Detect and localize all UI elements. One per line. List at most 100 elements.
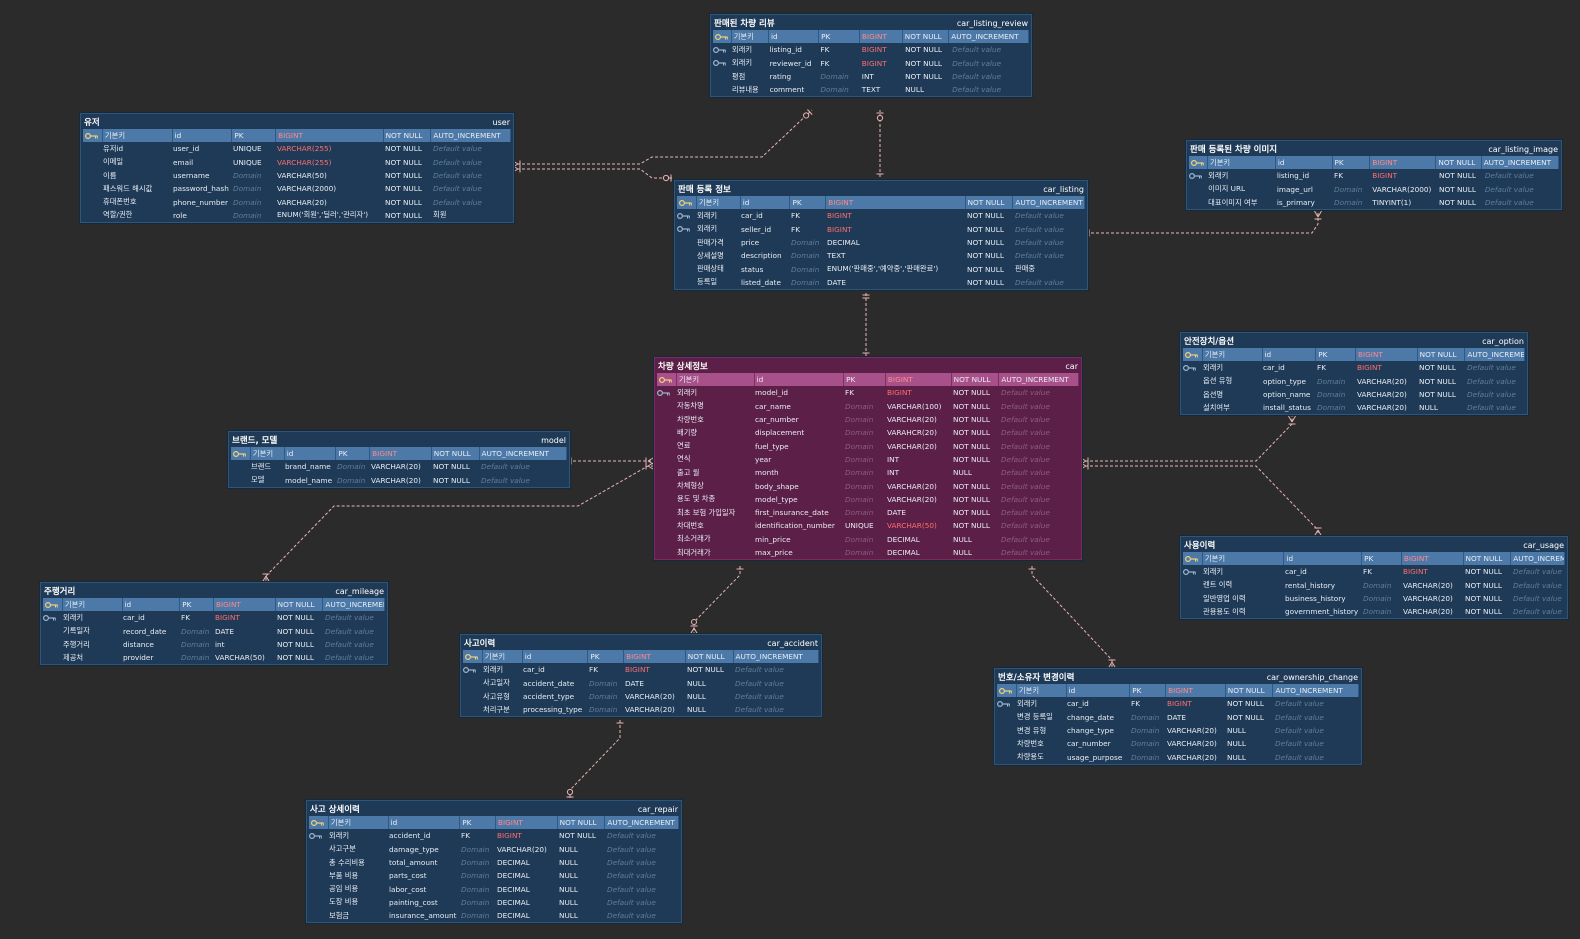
column-row[interactable]: 외래키 accident_id FK BIGINT NOT NULL Default va… <box>307 829 681 842</box>
column-row[interactable]: 렌트 이력 rental_history Domain VARCHAR(20) NOT … <box>1181 579 1567 592</box>
entity-header[interactable]: 판매 등록 정보 car_listing <box>675 181 1087 196</box>
relationship-car-to-car-listing[interactable] <box>862 292 870 356</box>
relationship-user-to-car-listing[interactable] <box>511 165 674 182</box>
column-row[interactable]: 제공처 provider Domain VARCHAR(50) NOT NULL Defa… <box>41 651 387 664</box>
entity-car-ownership-change[interactable]: 번호/소유자 변경이력 car_ownership_change 기본키 id PK… <box>994 668 1362 765</box>
column-row[interactable]: 외래키 car_id FK BIGINT NOT NULL Default value <box>675 209 1087 222</box>
relationship-car-to-car-option[interactable] <box>1079 415 1296 465</box>
column-row[interactable]: 배기량 displacement Domain VARAHCR(20) NOT NULL… <box>655 426 1081 439</box>
column-row[interactable]: 부품 비용 parts_cost Domain DECIMAL NULL Default … <box>307 869 681 882</box>
column-row[interactable]: 최초 보험 가입일자 first_insurance_date Domain DATE… <box>655 506 1081 519</box>
column-row[interactable]: 변경 등록일 change_date Domain DATE NOT NULL Defau… <box>995 711 1361 724</box>
column-row[interactable]: 외래키 listing_id FK BIGINT NOT NULL Default val… <box>1187 169 1561 182</box>
column-row[interactable]: 일반영업 이력 business_history Domain VARCHAR(20)… <box>1181 592 1567 605</box>
column-row[interactable]: 등록일 listed_date Domain DATE NOT NULL Default … <box>675 276 1087 289</box>
entity-header[interactable]: 사고이력 car_accident <box>461 635 821 650</box>
entity-header[interactable]: 주행거리 car_mileage <box>41 583 387 598</box>
column-row[interactable]: 차량번호 car_number Domain VARCHAR(20) NULL Defau… <box>995 737 1361 750</box>
column-row[interactable]: 모델 model_name Domain VARCHAR(20) NOT NULL Def… <box>229 474 569 487</box>
column-row[interactable]: 외래키 seller_id FK BIGINT NOT NULL Default valu… <box>675 223 1087 236</box>
column-row[interactable]: 주행거리 distance Domain int NOT NULL Default val… <box>41 638 387 651</box>
entity-header[interactable]: 번호/소유자 변경이력 car_ownership_change <box>995 669 1361 684</box>
column-row[interactable]: 최대거래가 max_price Domain DECIMAL NULL Default v… <box>655 546 1081 559</box>
column-row[interactable]: 판매가격 price Domain DECIMAL NOT NULL Default va… <box>675 236 1087 249</box>
column-row[interactable]: 용도 및 차종 model_type Domain VARCHAR(20) NOT NU… <box>655 493 1081 506</box>
column-row[interactable]: 관용용도 이력 government_history Domain VARCHAR(2… <box>1181 605 1567 618</box>
column-row[interactable]: 외래키 car_id FK BIGINT NOT NULL Default value <box>995 697 1361 710</box>
column-row[interactable]: 휴대폰번호 phone_number Domain VARCHAR(20) NOT NU… <box>81 195 513 208</box>
column-row[interactable]: 변경 유형 change_type Domain VARCHAR(20) NULL Def… <box>995 724 1361 737</box>
column-row[interactable]: 기록일자 record_date Domain DATE NOT NULL Default… <box>41 625 387 638</box>
column-row[interactable]: 설치여부 install_status Domain VARCHAR(20) NULL D… <box>1181 401 1527 414</box>
entity-header[interactable]: 브랜드, 모델 model <box>229 432 569 447</box>
primary-key-row[interactable]: 기본키idPKBIGINTNOT NULLAUTO_INCREMENT <box>231 447 567 461</box>
column-row[interactable]: 차량용도 usage_purpose Domain VARCHAR(20) NULL De… <box>995 750 1361 763</box>
relationship-car-to-car-accident[interactable] <box>690 566 744 635</box>
column-row[interactable]: 외래키 car_id FK BIGINT NOT NULL Default value <box>461 663 821 676</box>
primary-key-row[interactable]: 기본키idPKBIGINTNOT NULLAUTO_INCREMENT <box>1183 552 1565 566</box>
column-row[interactable]: 공임 비용 labor_cost Domain DECIMAL NULL Default … <box>307 882 681 895</box>
column-row[interactable]: 출고 월 month Domain INT NULL Default value <box>655 466 1081 479</box>
column-row[interactable]: 최소거래가 min_price Domain DECIMAL NULL Default v… <box>655 533 1081 546</box>
primary-key-row[interactable]: 기본키idPKBIGINTNOT NULLAUTO_INCREMENT <box>463 650 819 664</box>
relationship-car-to-car-usage[interactable] <box>1079 462 1322 537</box>
relationship-car-accident-to-car-repair[interactable] <box>566 720 624 800</box>
column-row[interactable]: 도장 비용 painting_cost Domain DECIMAL NULL Defau… <box>307 896 681 909</box>
entity-header[interactable]: 판매 등록된 차량 이미지 car_listing_image <box>1187 141 1561 156</box>
primary-key-row[interactable]: 기본키idPKBIGINTNOT NULLAUTO_INCREMENT <box>657 373 1079 387</box>
column-row[interactable]: 이름 username Domain VARCHAR(50) NOT NULL Defau… <box>81 169 513 182</box>
column-row[interactable]: 외래키 listing_id FK BIGINT NOT NULL Default val… <box>711 43 1031 56</box>
column-row[interactable]: 평점 rating Domain INT NOT NULL Default value <box>711 70 1031 83</box>
column-row[interactable]: 이메일 email UNIQUE VARCHAR(255) NOT NULL Defaul… <box>81 156 513 169</box>
entity-car-mileage[interactable]: 주행거리 car_mileage 기본키 id PK BIGINT NOT NULL AU… <box>40 582 388 666</box>
column-row[interactable]: 사고구분 damage_type Domain VARCHAR(20) NULL Defa… <box>307 843 681 856</box>
column-row[interactable]: 외래키 car_id FK BIGINT NOT NULL Default value <box>1181 565 1567 578</box>
relationship-model-to-car[interactable] <box>568 457 655 465</box>
column-row[interactable]: 외래키 car_id FK BIGINT NOT NULL Default value <box>41 611 387 624</box>
entity-car-option[interactable]: 안전장치/옵션 car_option 기본키 id PK BIGINT NOT NULL… <box>1180 332 1528 416</box>
column-row[interactable]: 패스워드 해시값 password_hash Domain VARCHAR(2000)… <box>81 182 513 195</box>
column-row[interactable]: 이미지 URL image_url Domain VARCHAR(2000) NOT N… <box>1187 183 1561 196</box>
primary-key-row[interactable]: 기본키idPKBIGINTNOT NULLAUTO_INCREMENT <box>43 598 385 612</box>
entity-header[interactable]: 판매된 차량 리뷰 car_listing_review <box>711 15 1031 30</box>
primary-key-row[interactable]: 기본키idPKBIGINTNOT NULLAUTO_INCREMENT <box>713 30 1029 44</box>
primary-key-row[interactable]: 기본키idPKBIGINTNOT NULLAUTO_INCREMENT <box>997 684 1359 698</box>
column-row[interactable]: 상세설명 description Domain TEXT NOT NULL Default… <box>675 249 1087 262</box>
column-row[interactable]: 외래키 reviewer_id FK BIGINT NOT NULL Default va… <box>711 57 1031 70</box>
column-row[interactable]: 사고일자 accident_date Domain DATE NULL Default v… <box>461 677 821 690</box>
entity-car-usage[interactable]: 사용이력 car_usage 기본키 id PK BIGINT NOT NULL AUTO… <box>1180 536 1568 620</box>
column-row[interactable]: 자동차명 car_name Domain VARCHAR(100) NOT NULL De… <box>655 400 1081 413</box>
column-row[interactable]: 연료 fuel_type Domain VARCHAR(20) NOT NULL Defa… <box>655 439 1081 452</box>
entity-car[interactable]: 차량 상세정보 car 기본키 id PK BIGINT NOT NULL AUTO_IN… <box>654 357 1082 561</box>
column-row[interactable]: 판매상태 status Domain ENUM('판매중','예약중','판매완료')… <box>675 262 1087 275</box>
column-row[interactable]: 처리구분 processing_type Domain VARCHAR(20) NULL… <box>461 703 821 716</box>
primary-key-row[interactable]: 기본키idPKBIGINTNOT NULLAUTO_INCREMENT <box>1183 348 1525 362</box>
column-row[interactable]: 외래키 car_id FK BIGINT NOT NULL Default value <box>1181 361 1527 374</box>
entity-header[interactable]: 유저 user <box>81 114 513 129</box>
column-row[interactable]: 대표이미지 여부 is_primary Domain TINYINT(1) NOT NU… <box>1187 196 1561 209</box>
relationship-car-listing-to-car-listing-image[interactable] <box>1086 210 1322 237</box>
primary-key-row[interactable]: 기본키idPKBIGINTNOT NULLAUTO_INCREMENT <box>677 196 1085 210</box>
column-row[interactable]: 외래키 model_id FK BIGINT NOT NULL Default value <box>655 386 1081 399</box>
column-row[interactable]: 옵션 유형 option_type Domain VARCHAR(20) NOT NUL… <box>1181 375 1527 388</box>
column-row[interactable]: 브랜드 brand_name Domain VARCHAR(20) NOT NULL De… <box>229 460 569 473</box>
entity-car-accident[interactable]: 사고이력 car_accident 기본키 id PK BIGINT NOT NULL A… <box>460 634 822 718</box>
entity-header[interactable]: 안전장치/옵션 car_option <box>1181 333 1527 348</box>
column-row[interactable]: 역할/권한 role Domain ENUM('회원','딜러','관리자') NOT … <box>81 209 513 222</box>
entity-header[interactable]: 사용이력 car_usage <box>1181 537 1567 552</box>
column-row[interactable]: 총 수리비용 total_amount Domain DECIMAL NULL Defau… <box>307 856 681 869</box>
column-row[interactable]: 보험금 insurance_amount Domain DECIMAL NULL Defa… <box>307 909 681 922</box>
entity-car-listing[interactable]: 판매 등록 정보 car_listing 기본키 id PK BIGINT NOT NU… <box>674 180 1088 291</box>
column-row[interactable]: 차량번호 car_number Domain VARCHAR(20) NOT NULL D… <box>655 413 1081 426</box>
primary-key-row[interactable]: 기본키idPKBIGINTNOT NULLAUTO_INCREMENT <box>83 129 511 143</box>
relationship-user-to-car-listing-review[interactable] <box>511 109 813 168</box>
column-row[interactable]: 차대번호 identification_number UNIQUE VARCHAR(5… <box>655 519 1081 532</box>
column-row[interactable]: 리뷰내용 comment Domain TEXT NULL Default value <box>711 83 1031 96</box>
entity-header[interactable]: 차량 상세정보 car <box>655 358 1081 373</box>
relationship-car-to-car-ownership-change[interactable] <box>1028 566 1116 669</box>
relationship-car-listing-to-car-listing-review[interactable] <box>876 110 884 177</box>
entity-car-listing-image[interactable]: 판매 등록된 차량 이미지 car_listing_image 기본키 id PK B… <box>1186 140 1562 211</box>
entity-car-listing-review[interactable]: 판매된 차량 리뷰 car_listing_review 기본키 id PK BIGI… <box>710 14 1032 98</box>
primary-key-row[interactable]: 기본키idPKBIGINTNOT NULLAUTO_INCREMENT <box>309 816 679 830</box>
primary-key-row[interactable]: 기본키idPKBIGINTNOT NULLAUTO_INCREMENT <box>1189 156 1559 170</box>
